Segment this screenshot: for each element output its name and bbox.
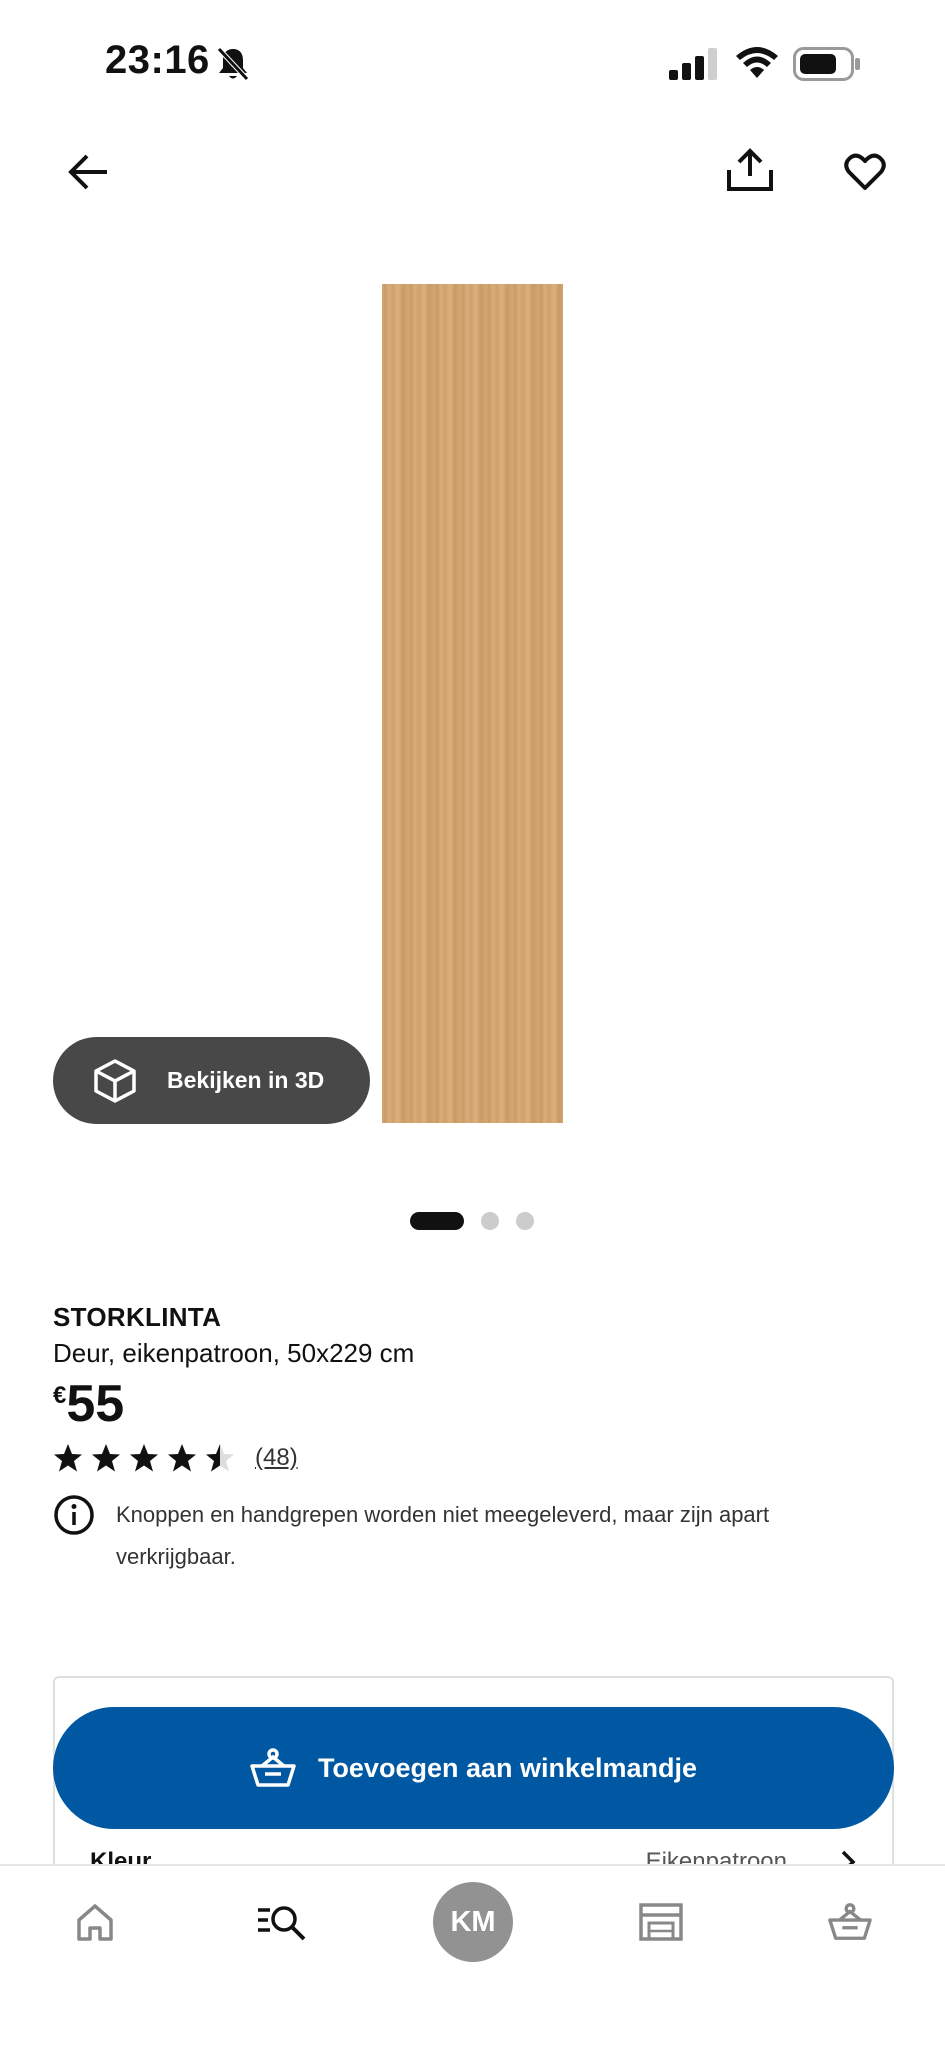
search-list-icon (258, 1906, 306, 1941)
back-button[interactable] (58, 142, 118, 202)
rating[interactable]: (48) (53, 1443, 298, 1473)
product-image[interactable] (382, 284, 563, 1123)
review-count-link[interactable]: (48) (255, 1444, 298, 1472)
product-name: STORKLINTA (53, 1302, 222, 1332)
view-in-3d-label: Bekijken in 3D (167, 1067, 325, 1093)
tab-search[interactable] (247, 1892, 317, 1952)
star-full-icon (168, 1444, 196, 1472)
product-price: € 55 (53, 1376, 124, 1432)
info-notice: Knoppen en handgrepen worden niet meegel… (53, 1494, 893, 1578)
star-full-icon (54, 1444, 82, 1472)
tab-profile-avatar[interactable]: KM (433, 1882, 513, 1962)
cellular-signal-icon (669, 48, 717, 80)
info-icon (54, 1495, 94, 1535)
favorite-button[interactable] (835, 142, 895, 202)
home-icon (77, 1904, 113, 1941)
heart-icon (844, 153, 886, 190)
wifi-icon (736, 47, 778, 78)
carousel-dots (410, 1212, 534, 1230)
battery-icon (793, 47, 860, 81)
arrow-left-icon (68, 154, 107, 190)
info-text: Knoppen en handgrepen worden niet meegel… (116, 1502, 770, 1569)
cube-icon (94, 1058, 136, 1103)
tab-stores[interactable] (626, 1892, 696, 1952)
shopping-basket-icon (250, 1748, 296, 1787)
add-to-cart-button[interactable]: Toevoegen aan winkelmandje (53, 1707, 894, 1829)
bell-muted-icon (217, 47, 249, 81)
star-half-icon (206, 1444, 234, 1472)
shopping-basket-icon (828, 1903, 872, 1940)
carousel-dot-1[interactable] (410, 1212, 464, 1230)
bottom-tab-bar: KM (0, 1864, 945, 2048)
store-icon (639, 1903, 683, 1941)
carousel-dot-3[interactable] (516, 1212, 534, 1230)
share-icon (727, 148, 773, 191)
carousel-dot-2[interactable] (481, 1212, 499, 1230)
tab-cart[interactable] (815, 1892, 885, 1952)
status-time: 23:16 (105, 38, 210, 82)
add-to-cart-label: Toevoegen aan winkelmandje (317, 1752, 698, 1783)
star-full-icon (130, 1444, 158, 1472)
price-currency: € (53, 1382, 67, 1409)
view-in-3d-button[interactable]: Bekijken in 3D (53, 1037, 370, 1124)
top-nav (0, 130, 945, 210)
price-value: 55 (66, 1375, 125, 1433)
status-bar: 23:16 (0, 0, 945, 130)
star-full-icon (92, 1444, 120, 1472)
tab-home[interactable] (60, 1892, 130, 1952)
product-description: Deur, eikenpatroon, 50x229 cm (53, 1338, 415, 1368)
share-button[interactable] (720, 140, 780, 200)
